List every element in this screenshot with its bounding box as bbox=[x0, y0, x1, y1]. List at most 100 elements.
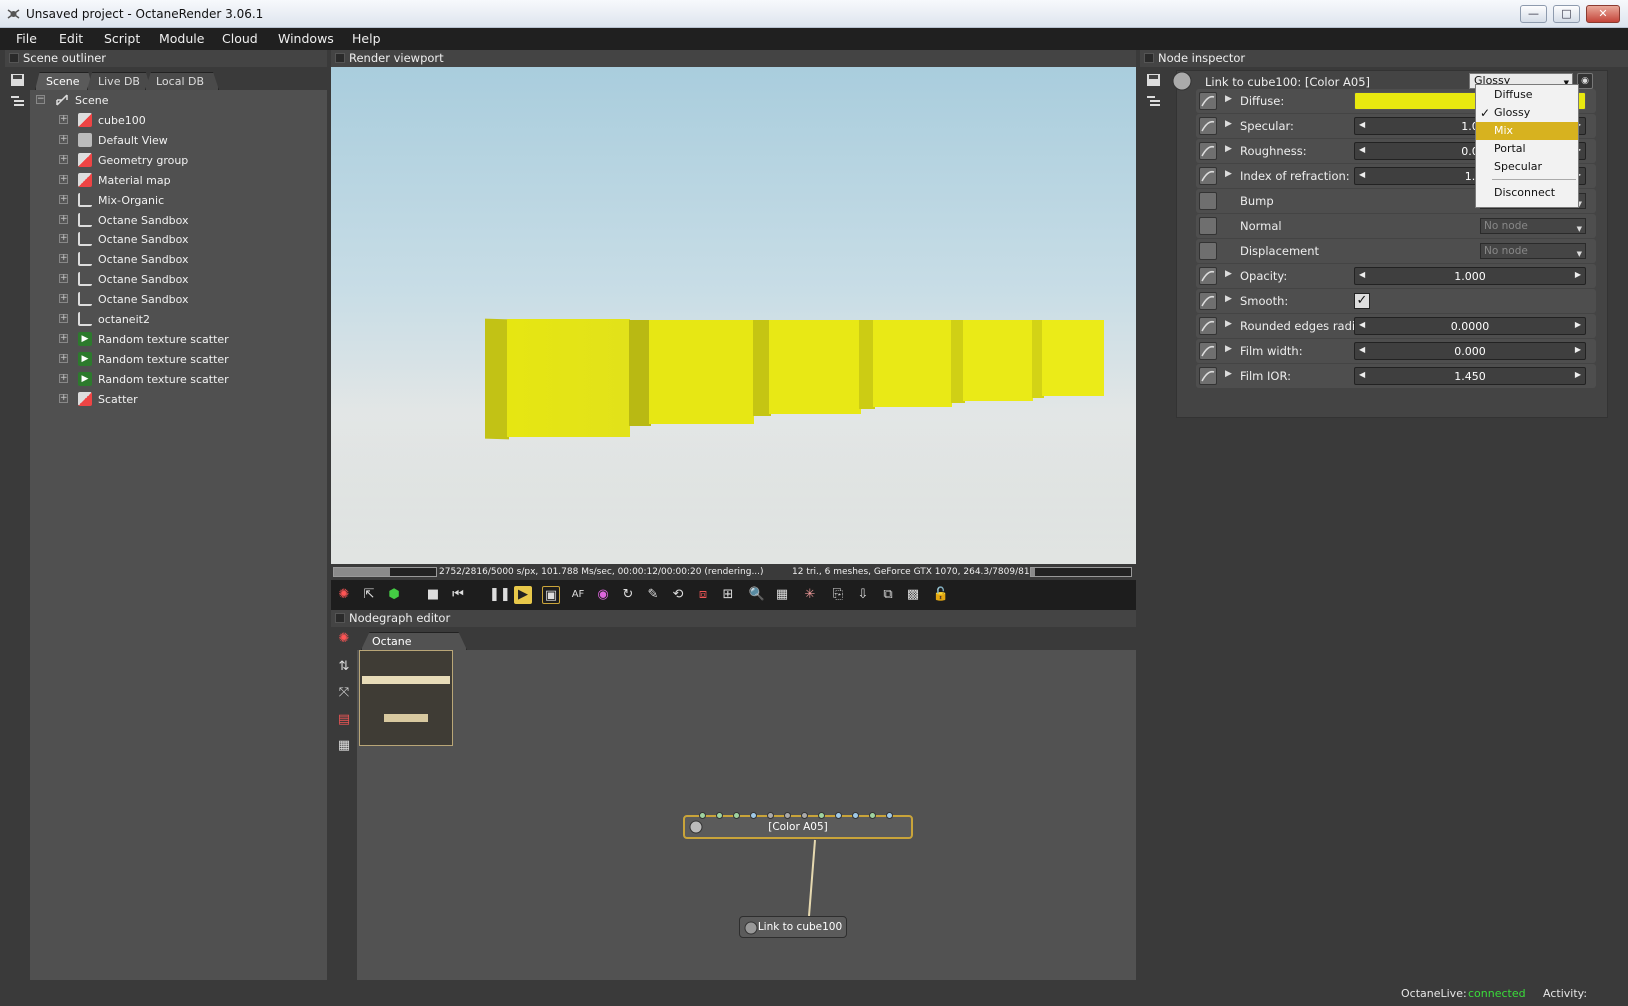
reset-render-icon[interactable]: ✺ bbox=[335, 586, 353, 604]
menu-script[interactable]: Script bbox=[104, 31, 140, 46]
delete-node-icon[interactable]: ✺ bbox=[335, 630, 353, 648]
input-pin[interactable] bbox=[784, 812, 791, 819]
tab-scene[interactable]: Scene bbox=[35, 72, 93, 90]
unfold-nodes-icon[interactable]: ⤧ bbox=[335, 684, 353, 702]
curve-icon[interactable] bbox=[1199, 142, 1217, 160]
tree-item[interactable]: + Default View bbox=[30, 130, 327, 150]
minimize-button[interactable]: — bbox=[1520, 5, 1547, 23]
export-passes-icon[interactable]: ⧉ bbox=[879, 586, 897, 604]
node-pin-icon[interactable] bbox=[1199, 242, 1217, 260]
menu-file[interactable]: File bbox=[16, 31, 37, 46]
show-inspector-icon[interactable]: ▤ bbox=[335, 711, 353, 729]
color-picker-icon[interactable]: ◉ bbox=[594, 586, 612, 604]
menu-windows[interactable]: Windows bbox=[278, 31, 334, 46]
node-select[interactable]: No node▼ bbox=[1480, 243, 1586, 259]
autofocus-icon[interactable]: AF bbox=[569, 586, 587, 604]
tree-item[interactable]: + Material map bbox=[30, 170, 327, 190]
expand-arrow-icon[interactable]: ▶ bbox=[1225, 269, 1232, 279]
input-pin[interactable] bbox=[869, 812, 876, 819]
close-button[interactable]: ✕ bbox=[1586, 5, 1620, 23]
curve-icon[interactable] bbox=[1199, 117, 1217, 135]
expand-icon[interactable]: + bbox=[59, 214, 68, 224]
menu-edit[interactable]: Edit bbox=[59, 31, 83, 46]
tab-octane-sandbox[interactable]: Octane Sandbox bbox=[361, 632, 467, 650]
param-slider[interactable]: ◀ 1.000 ▶ bbox=[1354, 267, 1586, 285]
zoom-icon[interactable]: 🔍 bbox=[748, 586, 766, 604]
increment-icon[interactable]: ▶ bbox=[1575, 345, 1581, 354]
expand-icon[interactable]: + bbox=[59, 115, 68, 124]
tree-item[interactable]: + Octane Sandbox bbox=[30, 229, 327, 249]
expand-icon[interactable]: + bbox=[59, 353, 68, 363]
pick-material-icon[interactable]: ✎ bbox=[644, 586, 662, 604]
dropdown-item-specular[interactable]: Specular bbox=[1476, 158, 1578, 176]
realtime-icon[interactable]: ▣ bbox=[542, 586, 560, 604]
expand-icon[interactable]: + bbox=[59, 174, 68, 184]
increment-icon[interactable]: ▶ bbox=[1575, 320, 1581, 329]
expand-arrow-icon[interactable]: ▶ bbox=[1225, 119, 1232, 129]
maximize-button[interactable]: □ bbox=[1553, 5, 1580, 23]
input-pin[interactable] bbox=[801, 812, 808, 819]
tree-item[interactable]: + ▶ Random texture scatter bbox=[30, 369, 327, 389]
node-pin-icon[interactable] bbox=[1199, 192, 1217, 210]
grid-icon[interactable]: ▦ bbox=[335, 737, 353, 755]
expand-arrow-icon[interactable]: ▶ bbox=[1225, 94, 1232, 104]
dropdown-item-diffuse[interactable]: Diffuse bbox=[1476, 86, 1578, 104]
panel-pin-checkbox[interactable] bbox=[335, 613, 345, 623]
expand-icon[interactable]: + bbox=[59, 333, 68, 343]
curve-icon[interactable] bbox=[1199, 367, 1217, 385]
expand-icon[interactable]: + bbox=[59, 393, 68, 403]
smooth-checkbox[interactable]: ✓ bbox=[1354, 293, 1370, 309]
expand-icon[interactable]: + bbox=[59, 254, 68, 264]
expand-icon[interactable]: + bbox=[59, 194, 68, 204]
pick-object-icon[interactable]: ⟲ bbox=[669, 586, 687, 604]
curve-icon[interactable] bbox=[1199, 317, 1217, 335]
tree-view-icon[interactable] bbox=[1146, 95, 1161, 107]
tree-item[interactable]: + Octane Sandbox bbox=[30, 269, 327, 289]
expand-arrow-icon[interactable]: ▶ bbox=[1225, 319, 1232, 329]
expand-icon[interactable]: + bbox=[59, 154, 68, 164]
expand-icon[interactable]: + bbox=[59, 134, 68, 144]
dropdown-item-glossy[interactable]: ✓ Glossy bbox=[1476, 104, 1578, 122]
panel-pin-checkbox[interactable] bbox=[9, 53, 19, 63]
link-node[interactable]: Link to cube100 bbox=[739, 916, 847, 938]
tree-item[interactable]: + Octane Sandbox bbox=[30, 289, 327, 309]
tab-live-db[interactable]: Live DB bbox=[87, 72, 151, 90]
nodegraph-canvas[interactable]: [Color A05] Link to cube100 bbox=[357, 650, 1136, 980]
curve-icon[interactable] bbox=[1199, 267, 1217, 285]
transform-icon[interactable]: ⇱ bbox=[360, 586, 378, 604]
dropdown-item-portal[interactable]: Portal bbox=[1476, 140, 1578, 158]
menu-help[interactable]: Help bbox=[352, 31, 381, 46]
input-pin[interactable] bbox=[750, 812, 757, 819]
expand-arrow-icon[interactable]: ▶ bbox=[1225, 369, 1232, 379]
refresh-icon[interactable]: ↻ bbox=[619, 586, 637, 604]
tree-item[interactable]: + Geometry group bbox=[30, 150, 327, 170]
panel-pin-checkbox[interactable] bbox=[335, 53, 345, 63]
expand-arrow-icon[interactable]: ▶ bbox=[1225, 294, 1232, 304]
tree-item[interactable]: + Mix-Organic bbox=[30, 190, 327, 210]
restart-icon[interactable]: ⏮ bbox=[449, 586, 467, 604]
param-slider[interactable]: ◀ 0.000 ▶ bbox=[1354, 342, 1586, 360]
dropdown-item-disconnect[interactable]: Disconnect bbox=[1476, 184, 1578, 202]
visibility-icon[interactable]: ◉ bbox=[1577, 73, 1593, 89]
tree-item[interactable]: + cube100 bbox=[30, 110, 327, 130]
tree-root[interactable]: − Scene bbox=[30, 90, 327, 110]
input-pin[interactable] bbox=[767, 812, 774, 819]
tree-item[interactable]: + Octane Sandbox bbox=[30, 210, 327, 230]
tree-view-icon[interactable] bbox=[10, 95, 25, 107]
curve-icon[interactable] bbox=[1199, 167, 1217, 185]
region-icon[interactable]: ⧈ bbox=[694, 586, 712, 604]
expand-arrow-icon[interactable]: ▶ bbox=[1225, 144, 1232, 154]
collapse-icon[interactable]: − bbox=[36, 95, 45, 104]
node-pin-icon[interactable] bbox=[1199, 217, 1217, 235]
input-pin[interactable] bbox=[835, 812, 842, 819]
curve-icon[interactable] bbox=[1199, 92, 1217, 110]
input-pin[interactable] bbox=[699, 812, 706, 819]
object-icon[interactable]: ⬢ bbox=[385, 586, 403, 604]
viewport-resolution-icon[interactable]: ▦ bbox=[773, 586, 791, 604]
expand-icon[interactable]: + bbox=[59, 373, 68, 383]
dropdown-item-mix[interactable]: Mix bbox=[1476, 122, 1578, 140]
increment-icon[interactable]: ▶ bbox=[1575, 270, 1581, 279]
lock-viewport-icon[interactable]: 🔓 bbox=[932, 586, 950, 604]
tree-item[interactable]: + Scatter bbox=[30, 389, 327, 409]
increment-icon[interactable]: ▶ bbox=[1575, 370, 1581, 379]
